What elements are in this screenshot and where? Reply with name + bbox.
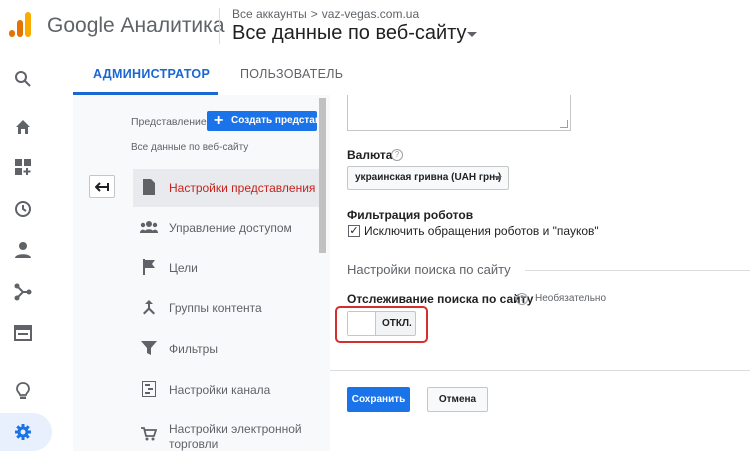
breadcrumb[interactable]: Все аккаунты > vaz-vegas.com.ua <box>232 7 419 21</box>
bot-filtering-label: Фильтрация роботов <box>347 208 474 222</box>
bot-filtering-checkbox[interactable]: ✓ <box>348 225 360 237</box>
toggle-knob[interactable] <box>348 312 376 335</box>
plus-icon: + <box>214 112 224 129</box>
nav-item-label: Управление доступом <box>169 221 292 235</box>
nav-item-view-settings[interactable]: Настройки представления <box>133 169 319 207</box>
people-icon <box>140 218 158 236</box>
currency-select[interactable]: украинская гривна (UAH грн.) <box>347 166 509 190</box>
toggle-state-label: ОТКЛ. <box>382 318 412 329</box>
footer-divider <box>330 370 750 371</box>
app-header: Google Аналитика Все аккаунты > vaz-vegas.… <box>0 0 750 53</box>
tab-user[interactable]: ПОЛЬЗОВАТЕЛЬ <box>240 67 343 81</box>
save-button[interactable]: Сохранить <box>347 387 410 412</box>
optional-note: Необязательно <box>535 293 607 304</box>
nav-item-label-line2: торговли <box>169 437 219 451</box>
resize-grip-icon[interactable] <box>560 120 568 128</box>
nav-item-label: Группы контента <box>169 301 262 315</box>
document-icon <box>140 178 158 196</box>
create-view-button[interactable]: + Создать представл <box>207 111 317 131</box>
view-selector[interactable]: Все данные по веб-сайту <box>232 22 467 45</box>
discover-bulb-icon[interactable] <box>12 380 34 402</box>
nav-item-label: Настройки электронной торговли <box>169 422 302 452</box>
audience-person-icon[interactable] <box>12 239 34 261</box>
nav-item-content-groups[interactable]: Группы контента <box>133 289 319 327</box>
admin-gear-icon[interactable] <box>12 421 34 443</box>
site-search-tracking-label: Отслеживание поиска по сайту <box>347 292 534 306</box>
home-icon[interactable] <box>12 116 34 138</box>
view-column-label: Представление <box>131 116 207 128</box>
chevron-down-icon <box>494 176 502 180</box>
search-icon[interactable] <box>12 68 34 90</box>
left-nav-rail <box>0 53 52 451</box>
nav-item-channel-settings[interactable]: Настройки канала <box>133 371 319 409</box>
cancel-button[interactable]: Отмена <box>427 387 488 412</box>
breadcrumb-root[interactable]: Все аккаунты <box>232 7 307 21</box>
acquisition-icon[interactable] <box>12 281 34 303</box>
view-selector-caret-icon[interactable] <box>467 32 477 37</box>
behavior-icon[interactable] <box>12 322 34 344</box>
site-search-toggle[interactable]: ОТКЛ. <box>347 311 416 336</box>
breadcrumb-account[interactable]: vaz-vegas.com.ua <box>322 7 419 21</box>
currency-select-value: украинская гривна (UAH грн.) <box>355 172 502 183</box>
arrow-left-icon <box>95 181 109 192</box>
nav-item-filters[interactable]: Фильтры <box>133 330 319 368</box>
nav-item-label: Настройки представления <box>169 181 316 195</box>
realtime-clock-icon[interactable] <box>12 198 34 220</box>
site-search-help-icon[interactable]: ? <box>516 293 528 305</box>
nav-item-label: Фильтры <box>169 342 218 356</box>
excluded-params-textarea[interactable] <box>347 95 571 131</box>
flag-icon <box>140 258 158 276</box>
site-search-section-title: Настройки поиска по сайту <box>347 262 511 277</box>
section-divider <box>525 270 750 271</box>
nav-item-ecommerce-settings[interactable]: Настройки электронной торговли <box>133 411 319 451</box>
nav-item-label: Цели <box>169 261 198 275</box>
filter-icon <box>140 339 158 357</box>
nav-item-label-line1: Настройки электронной <box>169 422 302 436</box>
admin-tabs: АДМИНИСТРАТОР ПОЛЬЗОВАТЕЛЬ <box>73 53 750 95</box>
customization-icon[interactable] <box>12 156 34 178</box>
view-column-scrollbar[interactable] <box>319 98 326 253</box>
nav-item-label: Настройки канала <box>169 383 271 397</box>
currency-help-icon[interactable]: ? <box>391 149 403 161</box>
nav-item-goals[interactable]: Цели <box>133 249 319 287</box>
breadcrumb-separator: > <box>310 7 318 21</box>
tab-admin[interactable]: АДМИНИСТРАТОР <box>93 67 210 81</box>
bot-filtering-checkbox-label[interactable]: Исключить обращения роботов и "пауков" <box>364 224 599 238</box>
analytics-logo-icon[interactable] <box>9 12 31 38</box>
app-title: Google Аналитика <box>47 14 225 37</box>
collapse-back-button[interactable] <box>89 175 115 198</box>
create-view-button-label: Создать представл <box>231 115 317 126</box>
channel-icon <box>140 380 158 398</box>
nav-item-access-management[interactable]: Управление доступом <box>133 209 319 247</box>
header-divider <box>219 8 220 44</box>
current-view-name[interactable]: Все данные по веб-сайту <box>131 142 248 153</box>
cart-icon <box>140 425 158 443</box>
currency-label: Валюта <box>347 148 393 162</box>
merge-icon <box>140 298 158 316</box>
